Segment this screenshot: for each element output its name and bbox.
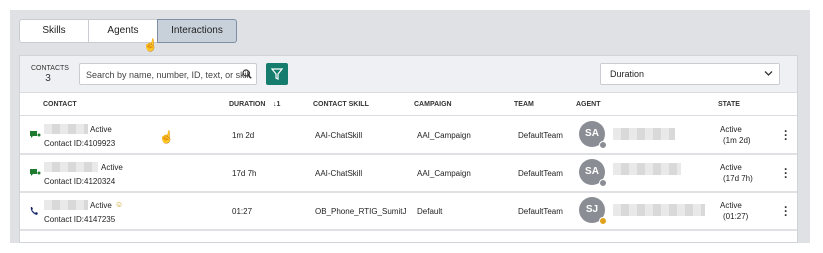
contact-skill: AAI-ChatSkill xyxy=(315,169,363,178)
agent-status-dot xyxy=(599,141,607,149)
sort-dropdown-value: Duration xyxy=(610,69,645,79)
mouse-cursor-icon: ☝ xyxy=(159,130,174,144)
more-options-icon[interactable]: · · · xyxy=(784,201,788,221)
state-detail: (1m 2d) xyxy=(723,136,751,145)
campaign: AAI_Campaign xyxy=(417,131,471,140)
chat-icon xyxy=(30,131,41,138)
state: Active xyxy=(720,163,742,172)
more-options-icon[interactable]: · · · xyxy=(784,163,788,183)
agent-status-dot xyxy=(599,217,607,225)
contact-id: Contact ID:4147235 xyxy=(44,215,116,224)
team: DefaultTeam xyxy=(518,131,563,140)
search-icon[interactable] xyxy=(242,69,252,79)
contact-status: Active xyxy=(90,125,112,134)
col-contact-skill[interactable]: CONTACT SKILL xyxy=(313,101,369,108)
agent-name-redacted xyxy=(613,163,681,175)
sort-indicator-icon[interactable]: ↓1 xyxy=(273,101,280,108)
tab-skills[interactable]: Skills xyxy=(19,19,89,43)
contacts-counter: CONTACTS 3 xyxy=(31,64,69,84)
search-input[interactable]: Search by name, number, ID, text, or ski… xyxy=(79,63,257,85)
search-placeholder: Search by name, number, ID, text, or ski… xyxy=(86,70,251,80)
duration: 1m 2d xyxy=(232,131,255,140)
state-detail: (01:27) xyxy=(723,212,749,221)
contacts-count: 3 xyxy=(45,73,51,84)
col-duration[interactable]: DURATION xyxy=(229,101,265,108)
campaign: Default xyxy=(417,207,443,216)
contact-id: Contact ID:4109923 xyxy=(44,139,116,148)
contact-name-redacted xyxy=(44,162,98,172)
contact-skill: AAI-ChatSkill xyxy=(315,131,363,140)
team: DefaultTeam xyxy=(518,207,563,216)
state-detail: (17d 7h) xyxy=(723,174,753,183)
mouse-cursor-icon: ☝ xyxy=(143,38,158,52)
more-options-icon[interactable]: · · · xyxy=(784,125,788,145)
chevron-down-icon xyxy=(764,71,773,76)
col-team[interactable]: TEAM xyxy=(514,101,534,108)
interactions-panel: CONTACTS 3 Search by name, number, ID, t… xyxy=(19,55,798,243)
agent-name-redacted xyxy=(613,128,675,140)
duration: 17d 7h xyxy=(232,169,257,178)
agent-status-dot xyxy=(599,179,607,187)
toolbar: CONTACTS 3 Search by name, number, ID, t… xyxy=(20,56,797,93)
chat-icon xyxy=(30,169,41,176)
contact-id: Contact ID:4120324 xyxy=(44,177,116,186)
tab-interactions[interactable]: Interactions xyxy=(157,19,237,43)
filter-icon xyxy=(271,68,283,80)
sort-dropdown[interactable]: Duration xyxy=(600,63,780,85)
contact-status: Active xyxy=(90,201,112,210)
table-row[interactable]: Active ☺ Contact ID:4147235 01:27 OB_Pho… xyxy=(20,193,797,231)
table-header: CONTACT DURATION ↓1 CONTACT SKILL CAMPAI… xyxy=(20,93,797,116)
filter-button[interactable] xyxy=(266,63,288,85)
table-row[interactable]: Active Contact ID:4109923 1m 2d AAI-Chat… xyxy=(20,117,797,155)
agent-name-redacted xyxy=(613,204,705,216)
col-campaign[interactable]: CAMPAIGN xyxy=(414,101,452,108)
col-agent[interactable]: AGENT xyxy=(576,101,601,108)
state: Active xyxy=(720,201,742,210)
campaign: AAI_Campaign xyxy=(417,169,471,178)
col-contact[interactable]: CONTACT xyxy=(43,101,77,108)
view-tabs: Skills Agents Interactions xyxy=(19,19,237,43)
table-row[interactable]: Active Contact ID:4120324 17d 7h AAI-Cha… xyxy=(20,155,797,193)
contact-name-redacted xyxy=(44,200,88,210)
state: Active xyxy=(720,125,742,134)
contact-name-redacted xyxy=(44,124,88,134)
col-state[interactable]: STATE xyxy=(718,101,740,108)
contact-status: Active xyxy=(101,163,123,172)
phone-icon xyxy=(30,207,38,215)
duration: 01:27 xyxy=(232,207,253,216)
team: DefaultTeam xyxy=(518,169,563,178)
smiley-icon: ☺ xyxy=(115,200,124,209)
contact-skill: OB_Phone_RTIG_SumitJ xyxy=(315,207,407,216)
